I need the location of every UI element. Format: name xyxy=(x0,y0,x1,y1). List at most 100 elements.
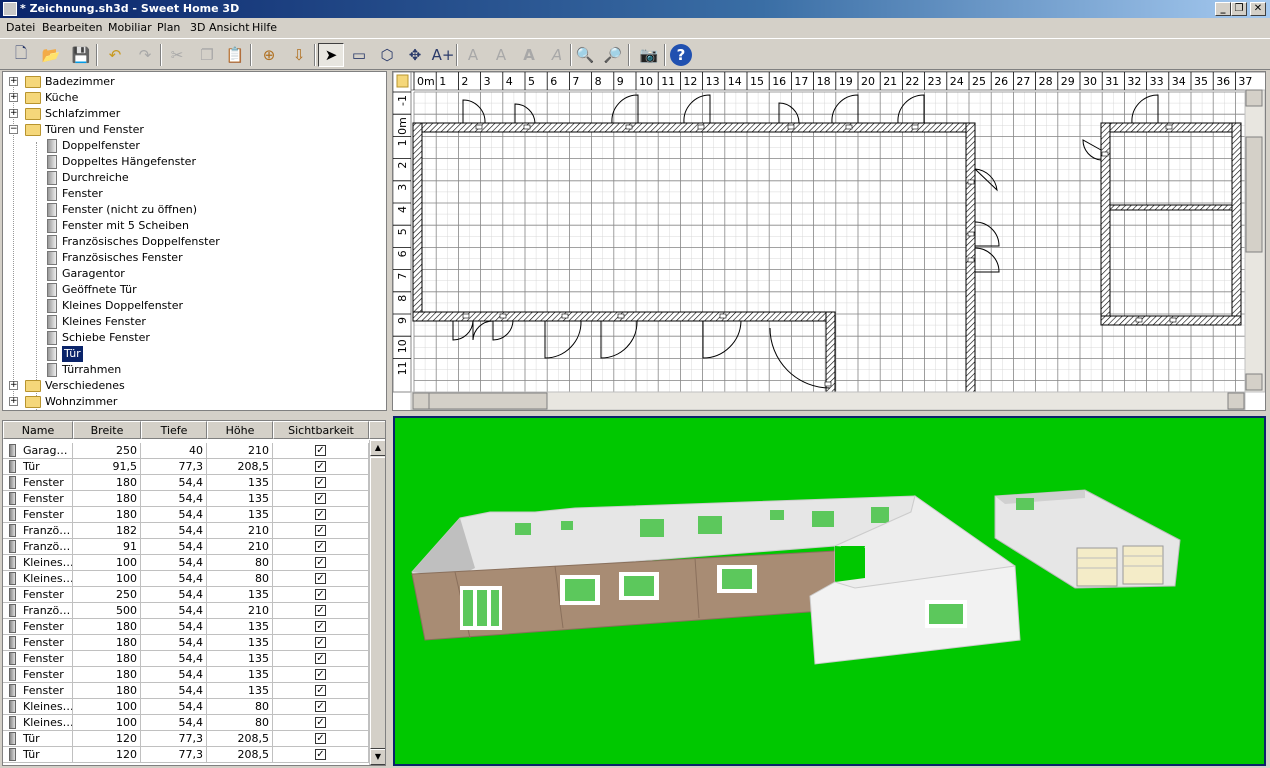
text-style-icon[interactable]: A xyxy=(460,43,486,67)
table-row[interactable]: Franzö… 91 54,4 210 ✓ xyxy=(3,539,369,555)
visibility-checkbox[interactable]: ✓ xyxy=(315,653,326,664)
cell-visibility[interactable]: ✓ xyxy=(273,651,369,667)
cell-visibility[interactable]: ✓ xyxy=(273,683,369,699)
table-row[interactable]: Garag… 250 40 210 ✓ xyxy=(3,443,369,459)
table-row[interactable]: Fenster 180 54,4 135 ✓ xyxy=(3,507,369,523)
help-icon[interactable]: ? xyxy=(670,44,692,66)
zoom-in-icon[interactable]: 🔍 xyxy=(572,43,598,67)
menu-plan[interactable]: Plan xyxy=(157,21,180,34)
scroll-down-icon[interactable]: ▼ xyxy=(370,749,385,765)
expand-icon[interactable]: + xyxy=(9,109,18,118)
cell-visibility[interactable]: ✓ xyxy=(273,555,369,571)
column-header[interactable]: Sichtbarkeit xyxy=(273,421,369,439)
visibility-checkbox[interactable]: ✓ xyxy=(315,637,326,648)
cut-icon[interactable]: ✂ xyxy=(164,43,190,67)
save-icon[interactable]: 💾 xyxy=(68,43,94,67)
visibility-checkbox[interactable]: ✓ xyxy=(315,733,326,744)
visibility-checkbox[interactable]: ✓ xyxy=(315,445,326,456)
scroll-thumb[interactable] xyxy=(370,457,385,749)
menu-bearbeiten[interactable]: Bearbeiten xyxy=(42,21,102,34)
table-row[interactable]: Fenster 180 54,4 135 ✓ xyxy=(3,491,369,507)
visibility-checkbox[interactable]: ✓ xyxy=(315,525,326,536)
column-header[interactable]: Tiefe xyxy=(141,421,207,439)
visibility-checkbox[interactable]: ✓ xyxy=(315,573,326,584)
3d-house-render[interactable] xyxy=(395,418,1264,764)
column-header[interactable]: Breite xyxy=(73,421,141,439)
zoom-out-icon[interactable]: 🔎 xyxy=(600,43,626,67)
expand-icon[interactable]: + xyxy=(9,381,18,390)
cell-visibility[interactable]: ✓ xyxy=(273,491,369,507)
undo-icon[interactable]: ↶ xyxy=(102,43,128,67)
visibility-checkbox[interactable]: ✓ xyxy=(315,749,326,760)
collapse-icon[interactable]: − xyxy=(9,125,18,134)
cell-visibility[interactable]: ✓ xyxy=(273,459,369,475)
add-text-icon[interactable]: A+ xyxy=(430,43,456,67)
cell-visibility[interactable]: ✓ xyxy=(273,619,369,635)
table-row[interactable]: Tür 91,5 77,3 208,5 ✓ xyxy=(3,459,369,475)
camera-icon[interactable]: 📷 xyxy=(636,43,662,67)
tree-item[interactable]: Doppeltes Hängefenster xyxy=(3,154,383,170)
tree-item[interactable]: Garagentor xyxy=(3,266,383,282)
cell-visibility[interactable]: ✓ xyxy=(273,571,369,587)
table-row[interactable]: Fenster 250 54,4 135 ✓ xyxy=(3,587,369,603)
create-walls-icon[interactable]: ▭ xyxy=(346,43,372,67)
italic-icon[interactable]: A xyxy=(544,43,570,67)
visibility-checkbox[interactable]: ✓ xyxy=(315,605,326,616)
visibility-checkbox[interactable]: ✓ xyxy=(315,461,326,472)
table-row[interactable]: Kleines… 100 54,4 80 ✓ xyxy=(3,571,369,587)
cell-visibility[interactable]: ✓ xyxy=(273,747,369,763)
text-size-icon[interactable]: A xyxy=(488,43,514,67)
table-row[interactable]: Fenster 180 54,4 135 ✓ xyxy=(3,667,369,683)
column-header[interactable]: Name xyxy=(3,421,73,439)
cell-visibility[interactable]: ✓ xyxy=(273,587,369,603)
scroll-up-icon[interactable]: ▲ xyxy=(370,440,385,456)
table-row[interactable]: Fenster 180 54,4 135 ✓ xyxy=(3,683,369,699)
visibility-checkbox[interactable]: ✓ xyxy=(315,477,326,488)
table-row[interactable]: Kleines… 100 54,4 80 ✓ xyxy=(3,555,369,571)
vertical-splitter-left[interactable] xyxy=(2,412,386,418)
tree-item[interactable]: Fenster xyxy=(3,186,383,202)
expand-icon[interactable]: + xyxy=(9,77,18,86)
table-row[interactable]: Fenster 180 54,4 135 ✓ xyxy=(3,619,369,635)
close-button[interactable]: ✕ xyxy=(1250,2,1266,16)
visibility-checkbox[interactable]: ✓ xyxy=(315,685,326,696)
tree-category[interactable]: + Küche xyxy=(3,90,383,106)
tree-category[interactable]: + Badezimmer xyxy=(3,74,383,90)
menu-3d-ansicht[interactable]: 3D Ansicht xyxy=(190,21,250,34)
visibility-checkbox[interactable]: ✓ xyxy=(315,589,326,600)
import-furniture-icon[interactable]: ⇩ xyxy=(286,43,312,67)
paste-icon[interactable]: 📋 xyxy=(222,43,248,67)
redo-icon[interactable]: ↷ xyxy=(132,43,158,67)
tree-category[interactable]: + Schlafzimmer xyxy=(3,106,383,122)
visibility-checkbox[interactable]: ✓ xyxy=(315,621,326,632)
maximize-button[interactable]: ❐ xyxy=(1231,2,1247,16)
new-file-icon[interactable]: 🗋 xyxy=(8,43,34,67)
cell-visibility[interactable]: ✓ xyxy=(273,699,369,715)
add-furniture-icon[interactable]: ⊕ xyxy=(256,43,282,67)
tree-item[interactable]: Doppelfenster xyxy=(3,138,383,154)
table-row[interactable]: Tür 120 77,3 208,5 ✓ xyxy=(3,747,369,763)
menu-hilfe[interactable]: Hilfe xyxy=(252,21,277,34)
select-mode-icon[interactable]: ➤ xyxy=(318,43,344,67)
bold-icon[interactable]: A xyxy=(516,43,542,67)
cell-visibility[interactable]: ✓ xyxy=(273,635,369,651)
open-folder-icon[interactable]: 📂 xyxy=(38,43,64,67)
tree-item[interactable]: Schiebe Fenster xyxy=(3,330,383,346)
menu-mobiliar[interactable]: Mobiliar xyxy=(108,21,152,34)
table-row[interactable]: Fenster 180 54,4 135 ✓ xyxy=(3,651,369,667)
tree-item[interactable]: Kleines Fenster xyxy=(3,314,383,330)
expand-icon[interactable]: + xyxy=(9,397,18,406)
visibility-checkbox[interactable]: ✓ xyxy=(315,701,326,712)
column-header[interactable]: Höhe xyxy=(207,421,273,439)
visibility-checkbox[interactable]: ✓ xyxy=(315,541,326,552)
table-scrollbar[interactable]: ▲ ▼ xyxy=(369,440,385,765)
cell-visibility[interactable]: ✓ xyxy=(273,523,369,539)
tree-category[interactable]: + Wohnzimmer xyxy=(3,394,383,410)
tree-item[interactable]: Durchreiche xyxy=(3,170,383,186)
menu-datei[interactable]: Datei xyxy=(6,21,35,34)
tree-item[interactable]: Tür xyxy=(3,346,383,362)
cell-visibility[interactable]: ✓ xyxy=(273,443,369,459)
table-row[interactable]: Kleines… 100 54,4 80 ✓ xyxy=(3,699,369,715)
tree-category[interactable]: − Türen und Fenster xyxy=(3,122,383,138)
visibility-checkbox[interactable]: ✓ xyxy=(315,509,326,520)
